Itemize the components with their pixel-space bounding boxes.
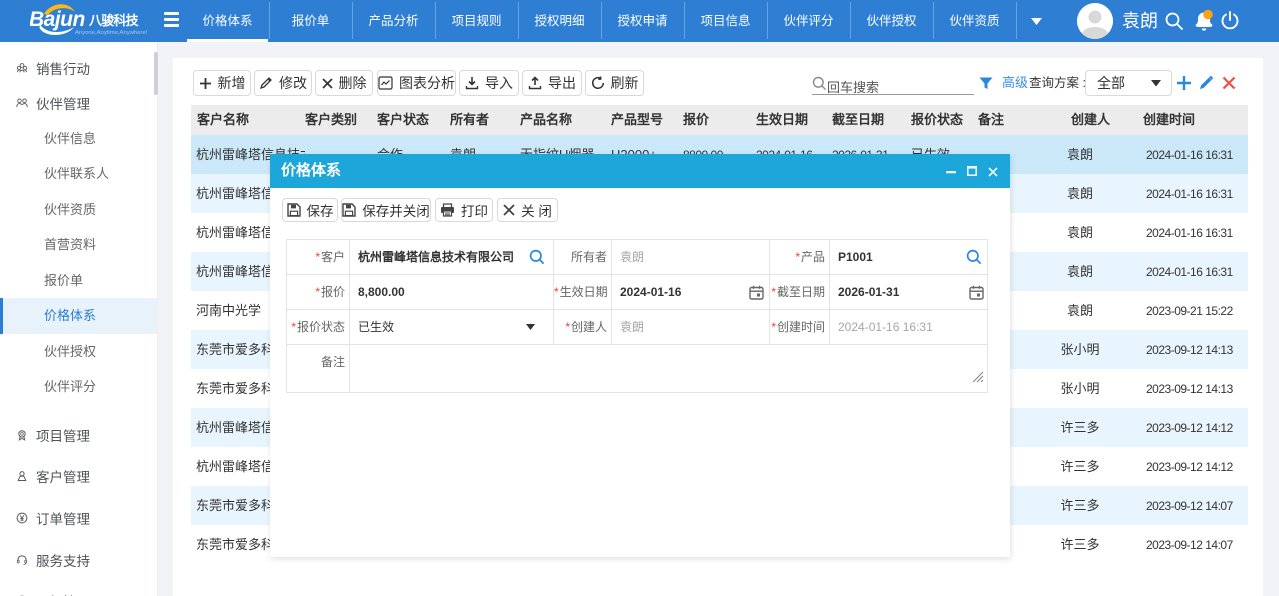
svg-text:八骏科技: 八骏科技 — [88, 13, 140, 28]
svg-text:Bajun: Bajun — [30, 8, 85, 31]
svg-text:Anyone,Anytime,Anywhere!: Anyone,Anytime,Anywhere! — [75, 30, 148, 36]
